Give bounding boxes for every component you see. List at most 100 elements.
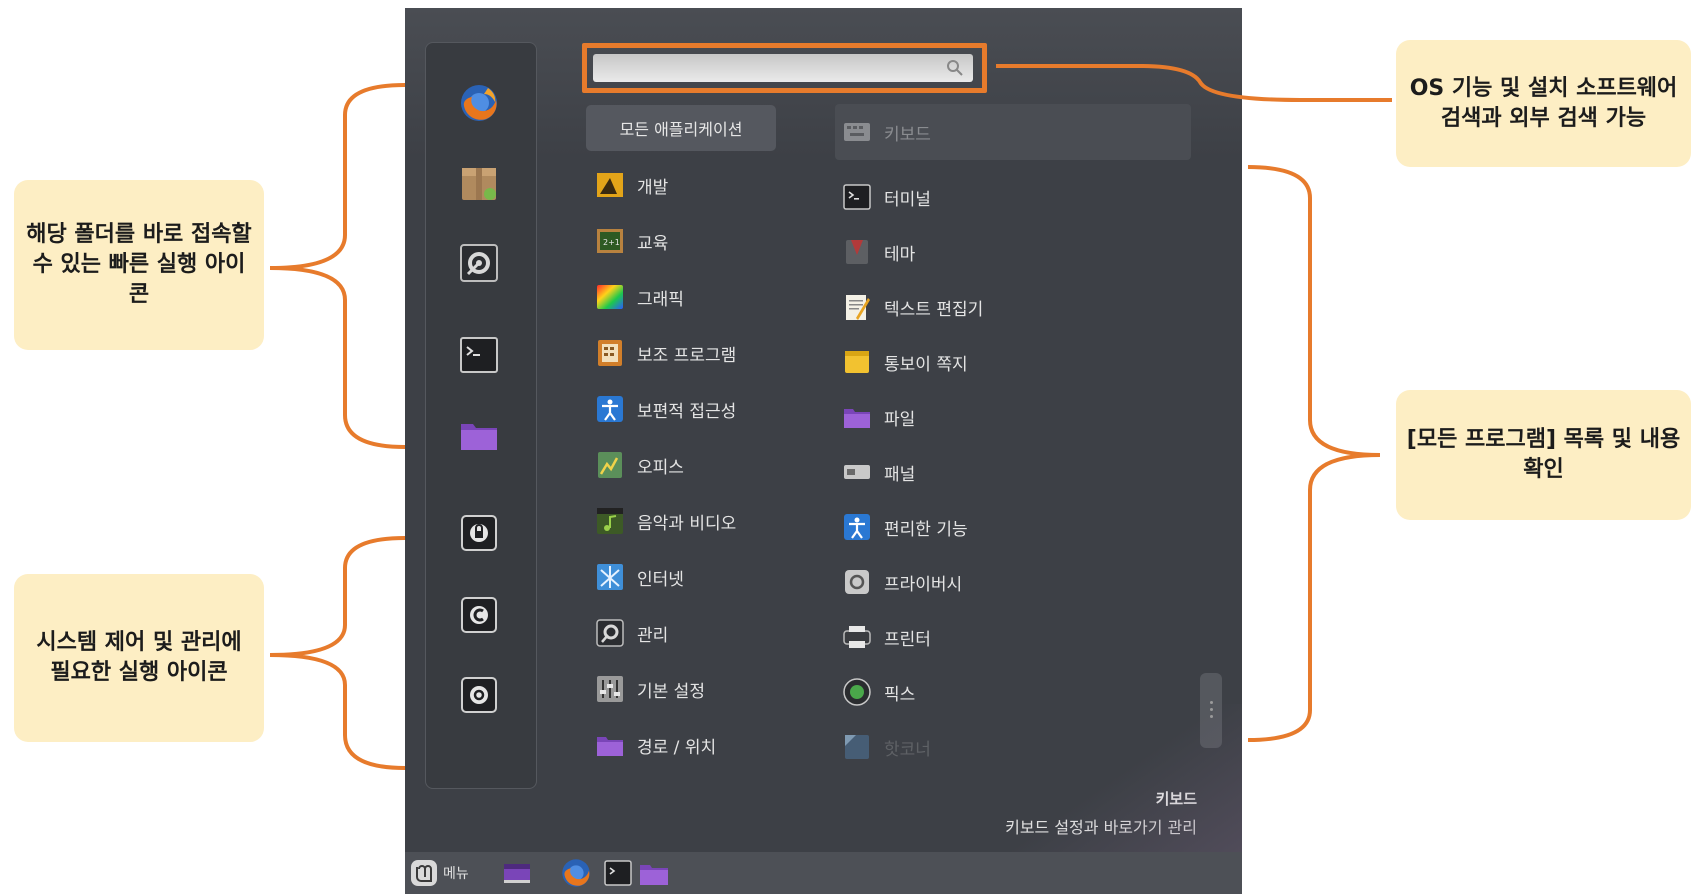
app-label: 프라이버시 <box>884 574 963 595</box>
selected-app-description: 키보드 설정과 바로가기 관리 <box>1005 818 1197 837</box>
selected-app-title: 키보드 <box>1155 790 1197 808</box>
callout-system-controls: 시스템 제어 및 관리에 필요한 실행 아이콘 <box>14 574 264 742</box>
search-highlight-frame <box>582 43 987 93</box>
taskbar: 메뉴 <box>405 852 1242 894</box>
app-tomboy-notes[interactable]: 통보이 쪽지 <box>842 342 1172 382</box>
show-desktop-button[interactable] <box>501 857 533 889</box>
app-privacy[interactable]: 프라이버시 <box>842 562 1172 602</box>
category-sound-video[interactable]: 음악과 비디오 <box>595 501 835 541</box>
category-label: 보편적 접근성 <box>637 401 737 422</box>
package-manager-icon <box>462 168 496 200</box>
administration-icon <box>595 618 625 648</box>
lock-screen-button[interactable] <box>457 511 501 555</box>
app-hot-corners[interactable]: 핫코너 <box>842 727 1172 767</box>
mint-logo-icon <box>411 860 437 886</box>
privacy-icon <box>842 567 872 597</box>
search-icon[interactable] <box>946 59 964 77</box>
all-applications-button[interactable]: 모든 애플리케이션 <box>586 105 776 151</box>
terminal-icon <box>460 337 498 373</box>
category-accessories[interactable]: 보조 프로그램 <box>595 333 835 373</box>
favorite-system-settings[interactable] <box>457 241 501 285</box>
graphics-icon <box>595 282 625 312</box>
app-label: 편리한 기능 <box>884 519 968 540</box>
favorite-package-manager[interactable] <box>457 161 501 205</box>
printer-icon <box>842 622 872 652</box>
category-label: 개발 <box>637 177 669 198</box>
accessories-icon <box>595 338 625 368</box>
favorite-folder[interactable] <box>457 413 501 457</box>
category-office[interactable]: 오피스 <box>595 445 835 485</box>
category-places[interactable]: 경로 / 위치 <box>595 725 835 765</box>
callout-search: OS 기능 및 설치 소프트웨어 검색과 외부 검색 가능 <box>1396 40 1691 167</box>
text-editor-icon <box>842 292 872 322</box>
pix-icon <box>842 677 872 707</box>
education-icon: 2+1 <box>595 226 625 256</box>
taskbar-files[interactable] <box>638 857 670 889</box>
menu-button[interactable]: 메뉴 <box>409 857 469 889</box>
lock-screen-icon <box>461 515 497 551</box>
app-list-scrollbar[interactable] <box>1200 673 1222 748</box>
hot-corner-icon <box>842 732 872 762</box>
multimedia-icon <box>595 506 625 536</box>
folder-icon <box>640 865 668 885</box>
app-label: 핫코너 <box>884 739 931 760</box>
preferences-icon <box>595 674 625 704</box>
shutdown-button[interactable] <box>457 673 501 717</box>
terminal-icon <box>604 860 632 886</box>
app-keyboard[interactable]: 키보드 <box>842 112 1172 152</box>
category-development[interactable]: 개발 <box>595 165 835 205</box>
category-internet[interactable]: 인터넷 <box>595 557 835 597</box>
logout-button[interactable] <box>457 593 501 637</box>
folder-icon <box>842 402 872 432</box>
app-printers[interactable]: 프린터 <box>842 617 1172 657</box>
firefox-icon <box>461 85 497 121</box>
category-label: 그래픽 <box>637 289 684 310</box>
app-label: 픽스 <box>884 684 916 705</box>
internet-icon <box>595 562 625 592</box>
app-pix[interactable]: 픽스 <box>842 672 1172 712</box>
accessibility-icon <box>842 512 872 542</box>
taskbar-firefox[interactable] <box>560 857 592 889</box>
category-label: 기본 설정 <box>637 681 705 702</box>
app-files[interactable]: 파일 <box>842 397 1172 437</box>
app-label: 통보이 쪽지 <box>884 354 968 375</box>
show-desktop-icon <box>504 864 530 883</box>
menu-button-label: 메뉴 <box>443 866 469 882</box>
app-text-editor[interactable]: 텍스트 편집기 <box>842 287 1172 327</box>
category-label: 인터넷 <box>637 569 684 590</box>
category-preferences[interactable]: 기본 설정 <box>595 669 835 709</box>
favorites-bar <box>425 42 537 789</box>
category-graphics[interactable]: 그래픽 <box>595 277 835 317</box>
app-label: 프린터 <box>884 629 931 650</box>
app-panel[interactable]: 패널 <box>842 452 1172 492</box>
system-settings-icon <box>460 244 498 282</box>
app-terminal[interactable]: 터미널 <box>842 177 1172 217</box>
app-label: 터미널 <box>884 189 931 210</box>
category-administration[interactable]: 관리 <box>595 613 835 653</box>
app-label: 텍스트 편집기 <box>884 299 984 320</box>
keyboard-icon <box>842 117 872 147</box>
category-label: 오피스 <box>637 457 684 478</box>
logout-icon <box>461 597 497 633</box>
app-theme[interactable]: 테마 <box>842 232 1172 272</box>
app-label: 패널 <box>884 464 916 485</box>
firefox-icon <box>562 859 590 887</box>
favorite-firefox[interactable] <box>457 81 501 125</box>
app-label: 파일 <box>884 409 916 430</box>
app-label: 키보드 <box>884 124 931 145</box>
category-label: 음악과 비디오 <box>637 513 737 534</box>
category-education[interactable]: 2+1 교육 <box>595 221 835 261</box>
favorite-terminal[interactable] <box>457 333 501 377</box>
development-icon <box>595 170 625 200</box>
power-icon <box>461 677 497 713</box>
search-input[interactable] <box>593 54 973 82</box>
taskbar-terminal[interactable] <box>602 857 634 889</box>
category-label: 보조 프로그램 <box>637 345 737 366</box>
terminal-icon <box>842 182 872 212</box>
app-label: 테마 <box>884 244 916 265</box>
category-universal-access[interactable]: 보편적 접근성 <box>595 389 835 429</box>
folder-icon <box>461 424 497 450</box>
tomboy-notes-icon <box>842 347 872 377</box>
app-accessibility[interactable]: 편리한 기능 <box>842 507 1172 547</box>
category-label: 경로 / 위치 <box>637 737 717 758</box>
